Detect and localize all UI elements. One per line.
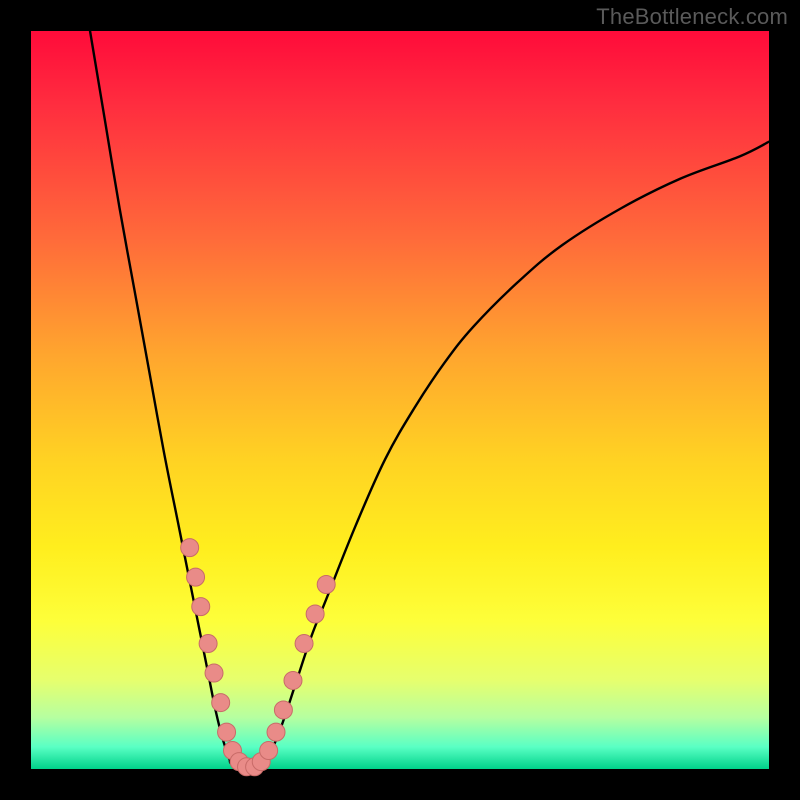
data-marker (192, 598, 210, 616)
chart-svg (31, 31, 769, 769)
data-marker (199, 635, 217, 653)
data-marker (267, 723, 285, 741)
bottleneck-curve (90, 31, 769, 770)
data-marker (274, 701, 292, 719)
data-marker (181, 539, 199, 557)
data-marker (317, 576, 335, 594)
curve-layer (90, 31, 769, 770)
watermark-text: TheBottleneck.com (596, 4, 788, 30)
data-marker (212, 694, 230, 712)
chart-frame: TheBottleneck.com (0, 0, 800, 800)
data-marker (205, 664, 223, 682)
data-marker (306, 605, 324, 623)
plot-area (31, 31, 769, 769)
data-marker (187, 568, 205, 586)
data-marker (260, 742, 278, 760)
data-marker (284, 671, 302, 689)
data-marker (295, 635, 313, 653)
data-marker (218, 723, 236, 741)
